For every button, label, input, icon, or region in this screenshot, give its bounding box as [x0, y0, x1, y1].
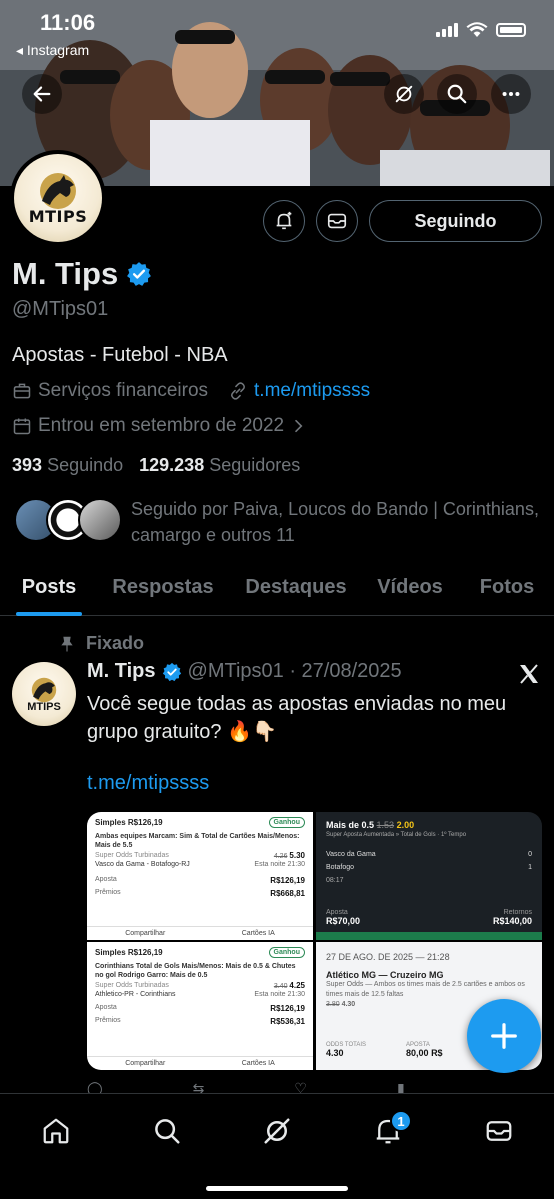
reply-icon[interactable]: ◯ — [87, 1080, 103, 1094]
search-button[interactable] — [437, 74, 477, 114]
wifi-icon — [466, 22, 488, 37]
nav-search[interactable] — [139, 1106, 195, 1156]
profile-category: Serviços financeiros — [38, 380, 209, 401]
profile-meta-row: Serviços financeiros t.me/mtipssss — [12, 380, 370, 402]
tab-posts[interactable]: Posts — [16, 566, 82, 616]
pinned-label: Fixado — [58, 633, 144, 654]
post-link[interactable]: t.me/mtipssss — [87, 772, 209, 795]
plus-icon — [491, 1023, 517, 1049]
bet-slip-2[interactable]: Mais de 0.5 1.53 2.00 Super Aposta Aumen… — [316, 812, 542, 940]
post-author-avatar[interactable]: MTIPS — [12, 662, 76, 726]
notifications-subscribe-button[interactable] — [263, 200, 305, 242]
grok-button[interactable] — [384, 74, 424, 114]
profile-name: M. Tips — [12, 256, 152, 292]
bet-slip-3[interactable]: Simples R$126,19 Ganhou Corinthians Total… — [87, 942, 313, 1070]
pin-icon — [61, 636, 73, 651]
search-icon — [447, 84, 467, 104]
envelope-icon — [486, 1121, 512, 1141]
message-button[interactable] — [316, 200, 358, 242]
back-to-instagram[interactable]: ◂ Instagram — [16, 42, 89, 59]
chevron-right-icon — [295, 419, 303, 433]
nav-notifications[interactable]: 1 — [360, 1106, 416, 1156]
link-icon — [231, 382, 246, 400]
green-bar — [316, 932, 542, 940]
nav-grok[interactable] — [249, 1106, 305, 1156]
avatar-text: MTIPS — [28, 206, 88, 226]
follower-avatar — [78, 498, 122, 542]
profile-handle: @MTips01 — [12, 298, 109, 320]
more-button[interactable] — [491, 74, 531, 114]
post-author-name[interactable]: M. Tips — [87, 660, 156, 683]
profile-avatar[interactable]: MTIPS — [10, 150, 106, 246]
followed-by-avatars[interactable] — [14, 498, 122, 542]
x-logo-icon — [520, 664, 538, 684]
nav-home[interactable] — [28, 1106, 84, 1156]
compose-button[interactable] — [467, 999, 541, 1073]
search-icon — [155, 1119, 180, 1144]
followed-by-text[interactable]: Seguido por Paiva, Loucos do Bando | Cor… — [131, 496, 541, 548]
envelope-icon — [327, 213, 347, 229]
verified-badge-icon[interactable] — [126, 261, 152, 287]
status-bar: 11:06 ◂ Instagram — [0, 0, 554, 60]
bottom-nav: 1 — [0, 1093, 554, 1199]
active-tab-indicator — [16, 612, 82, 616]
tab-respostas[interactable]: Respostas — [108, 566, 218, 616]
status-time: 11:06 — [40, 10, 96, 35]
home-icon — [43, 1118, 69, 1144]
more-icon — [502, 91, 520, 97]
like-icon[interactable]: ♡ — [294, 1080, 307, 1094]
post-actions-row: ◯ ⇆ ♡ ▮ — [87, 1080, 542, 1094]
following-count[interactable]: 393 Seguindo — [12, 455, 123, 476]
horse-logo-icon — [31, 677, 57, 702]
grok-icon — [395, 85, 413, 103]
tab-videos[interactable]: Vídeos — [374, 566, 446, 616]
profile-joined-row[interactable]: Entrou em setembro de 2022 — [12, 415, 306, 437]
nav-messages[interactable] — [471, 1106, 527, 1156]
calendar-icon — [13, 418, 31, 435]
tab-fotos[interactable]: Fotos — [476, 566, 538, 616]
horse-logo-icon — [40, 172, 76, 209]
briefcase-icon — [13, 383, 31, 399]
back-button[interactable] — [22, 74, 62, 114]
battery-icon — [496, 23, 526, 37]
bet-slip-1[interactable]: Simples R$126,19 Ganhou Ambas equipes Mar… — [87, 812, 313, 940]
repost-icon[interactable]: ⇆ — [193, 1080, 205, 1094]
signal-icon — [436, 23, 458, 37]
views-icon[interactable]: ▮ — [397, 1080, 405, 1094]
post-text: Você segue todas as apostas enviadas no … — [87, 693, 507, 743]
won-badge: Ganhou — [268, 947, 305, 958]
profile-joined: Entrou em setembro de 2022 — [38, 415, 285, 436]
bell-plus-icon — [276, 211, 292, 230]
notifications-badge: 1 — [390, 1110, 412, 1132]
profile-bio: Apostas - Futebol - NBA — [12, 344, 228, 366]
won-badge: Ganhou — [268, 817, 305, 828]
profile-link[interactable]: t.me/mtipssss — [254, 380, 370, 402]
post-meta: @MTips01 · 27/08/2025 — [187, 660, 402, 682]
avatar-logo: MTIPS — [14, 154, 102, 242]
system-icons — [436, 22, 526, 38]
profile-tabs: Posts Respostas Destaques Vídeos Fotos — [0, 566, 554, 616]
tab-destaques[interactable]: Destaques — [240, 566, 352, 616]
post-header: M. Tips @MTips01 · 27/08/2025 — [87, 660, 402, 683]
following-button[interactable]: Seguindo — [369, 200, 542, 242]
verified-badge-icon — [162, 662, 181, 681]
profile-name-text: M. Tips — [12, 256, 119, 291]
grok-icon — [264, 1118, 290, 1144]
follow-counts: 393 Seguindo 129.238 Seguidores — [12, 455, 300, 476]
followers-count[interactable]: 129.238 Seguidores — [139, 455, 300, 476]
arrow-left-icon — [33, 86, 51, 102]
home-indicator[interactable] — [206, 1186, 348, 1191]
avatar-text: MTIPS — [27, 700, 61, 713]
